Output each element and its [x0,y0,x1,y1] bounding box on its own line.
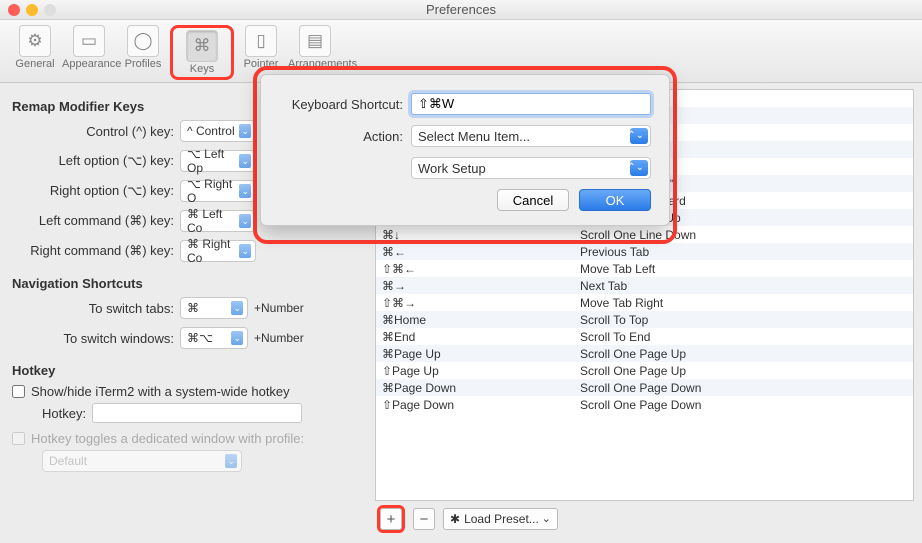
table-row[interactable]: ⌘EndScroll To End [376,328,913,345]
add-key-binding-button[interactable]: + [380,508,402,530]
hotkey-toggle-window-label: Hotkey toggles a dedicated window with p… [31,431,304,446]
action-label: Action: [279,129,411,144]
table-row[interactable]: ⌘Page DownScroll One Page Down [376,379,913,396]
minimize-window-button[interactable] [26,4,38,16]
key-cell: ⇧Page Up [376,364,576,378]
profiles-icon: ◯ [127,25,159,57]
key-cell: ⌘End [376,330,576,344]
pointer-icon: ▯ [245,25,277,57]
add-shortcut-sheet: Keyboard Shortcut: Action: Select Menu I… [260,74,670,226]
key-cell: ⌘Page Up [376,347,576,361]
keys-icon: ⌘ [186,30,218,62]
window-title: Preferences [8,2,914,17]
right-command-label: Right command (⌘) key: [12,243,180,259]
action-cell: Scroll One Page Down [576,381,913,395]
table-row[interactable]: ⇧⌘←Move Tab Left [376,260,913,277]
keyboard-shortcut-input[interactable] [411,93,651,115]
action-cell: Scroll One Page Down [576,398,913,412]
general-icon: ⚙ [19,25,51,57]
action-cell: Scroll One Page Up [576,364,913,378]
key-cell: ⌘↓ [376,228,576,242]
toolbar-general[interactable]: ⚙ General [8,25,62,80]
toolbar-arrangements-label: Arrangements [288,58,342,70]
keyboard-shortcut-label: Keyboard Shortcut: [279,97,411,112]
gear-icon: ✱ [450,512,460,526]
control-key-select[interactable]: ^ Control⌃⌄ [180,120,256,142]
key-cell: ⌘Home [376,313,576,327]
remove-key-binding-button[interactable]: − [413,508,435,530]
control-key-label: Control (^) key: [12,124,180,139]
toolbar-general-label: General [8,58,62,70]
switch-tabs-select[interactable]: ⌘⌃⌄ [180,297,248,319]
toolbar-pointer[interactable]: ▯ Pointer [234,25,288,80]
right-command-select[interactable]: ⌘ Right Co⌃⌄ [180,240,256,262]
key-cell: ⇧⌘← [376,262,576,276]
hotkey-input[interactable] [92,403,302,423]
table-row[interactable]: ⌘Page UpScroll One Page Up [376,345,913,362]
table-row[interactable]: ⌘HomeScroll To Top [376,311,913,328]
show-hide-hotkey-checkbox[interactable] [12,385,25,398]
action-cell: Scroll To End [576,330,913,344]
switch-windows-suffix: +Number [254,331,304,345]
cancel-button[interactable]: Cancel [497,189,569,211]
toolbar-profiles[interactable]: ◯ Profiles [116,25,170,80]
keys-tab-highlight: ⌘ Keys [170,25,234,80]
right-option-label: Right option (⌥) key: [12,183,180,199]
hotkey-toggle-window-checkbox [12,432,25,445]
left-option-select[interactable]: ⌥ Left Op⌃⌄ [180,150,256,172]
titlebar: Preferences [0,0,922,20]
action-cell: Scroll One Page Up [576,347,913,361]
toolbar-keys[interactable]: ⌘ Keys [175,30,229,75]
arrangements-icon: ▤ [299,25,331,57]
key-cell: ⇧Page Down [376,398,576,412]
menu-item-select[interactable]: Work Setup⌃⌄ [411,157,651,179]
action-cell: Scroll To Top [576,313,913,327]
switch-windows-label: To switch windows: [12,331,180,346]
load-preset-select[interactable]: ✱ Load Preset... [443,508,558,530]
toolbar-pointer-label: Pointer [234,58,288,70]
table-row[interactable]: ⇧Page UpScroll One Page Up [376,362,913,379]
table-row[interactable]: ⌘↓Scroll One Line Down [376,226,913,243]
action-cell: Move Tab Left [576,262,913,276]
add-button-highlight: + [377,505,405,533]
hotkey-field-label: Hotkey: [42,406,86,421]
zoom-window-button[interactable] [44,4,56,16]
action-cell: Move Tab Right [576,296,913,310]
key-cell: ⌘→ [376,279,576,293]
load-preset-label: Load Preset... [464,512,539,526]
switch-windows-select[interactable]: ⌘⌥⌃⌄ [180,327,248,349]
key-cell: ⌘Page Down [376,381,576,395]
left-option-label: Left option (⌥) key: [12,153,180,169]
toolbar-arrangements[interactable]: ▤ Arrangements [288,25,342,80]
left-command-label: Left command (⌘) key: [12,213,180,229]
action-select[interactable]: Select Menu Item...⌃⌄ [411,125,651,147]
switch-tabs-suffix: +Number [254,301,304,315]
action-cell: Previous Tab [576,245,913,259]
table-row[interactable]: ⌘←Previous Tab [376,243,913,260]
left-command-select[interactable]: ⌘ Left Co⌃⌄ [180,210,256,232]
hotkey-profile-select: Default⌃⌄ [42,450,242,472]
close-window-button[interactable] [8,4,20,16]
table-row[interactable]: ⇧Page DownScroll One Page Down [376,396,913,413]
action-cell: Next Tab [576,279,913,293]
toolbar-profiles-label: Profiles [116,58,170,70]
key-cell: ⌘← [376,245,576,259]
table-row[interactable]: ⌘→Next Tab [376,277,913,294]
toolbar-appearance-label: Appearance [62,58,116,70]
ok-button[interactable]: OK [579,189,651,211]
toolbar-appearance[interactable]: ▭ Appearance [62,25,116,80]
switch-tabs-label: To switch tabs: [12,301,180,316]
hotkey-heading: Hotkey [12,363,367,378]
toolbar-keys-label: Keys [175,63,229,75]
nav-heading: Navigation Shortcuts [12,276,367,291]
action-cell: Scroll One Line Down [576,228,913,242]
right-option-select[interactable]: ⌥ Right O⌃⌄ [180,180,256,202]
table-row[interactable]: ⇧⌘→Move Tab Right [376,294,913,311]
appearance-icon: ▭ [73,25,105,57]
show-hide-hotkey-label: Show/hide iTerm2 with a system-wide hotk… [31,384,290,399]
key-cell: ⇧⌘→ [376,296,576,310]
